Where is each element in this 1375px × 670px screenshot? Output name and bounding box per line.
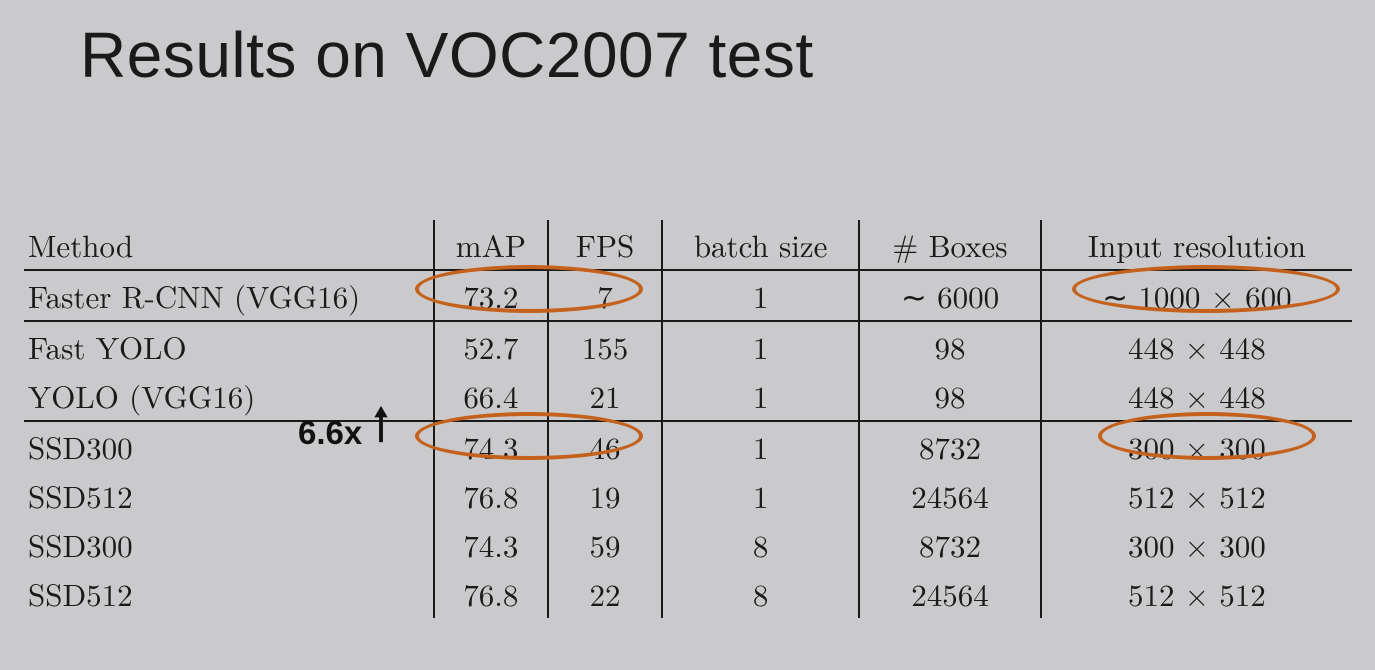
- cell-boxes: 24564: [859, 471, 1041, 520]
- cell-fps: 59: [548, 520, 662, 569]
- table-row: Fast YOLO 52.7 155 1 98 448 × 448: [24, 321, 1352, 371]
- cell-method: SSD512: [24, 471, 434, 520]
- cell-batch: 8: [662, 569, 859, 618]
- cell-map: 74.3: [434, 421, 548, 471]
- cell-boxes: 8732: [859, 520, 1041, 569]
- cell-res: ∼ 1000 × 600: [1041, 270, 1352, 321]
- cell-boxes: 24564: [859, 569, 1041, 618]
- slide-title: Results on VOC2007 test: [80, 18, 814, 92]
- table-row: SSD300 74.3 59 8 8732 300 × 300: [24, 520, 1352, 569]
- cell-boxes: 98: [859, 321, 1041, 371]
- cell-fps: 155: [548, 321, 662, 371]
- cell-batch: 8: [662, 520, 859, 569]
- cell-map: 74.3: [434, 520, 548, 569]
- cell-res: 300 × 300: [1041, 520, 1352, 569]
- col-boxes: # Boxes: [859, 220, 1041, 270]
- cell-fps: 7: [548, 270, 662, 321]
- cell-map: 73.2: [434, 270, 548, 321]
- table-row: SSD512 76.8 19 1 24564 512 × 512: [24, 471, 1352, 520]
- speedup-callout: 6.6x: [298, 414, 362, 452]
- slide: Results on VOC2007 test Method mAP FPS b…: [0, 0, 1375, 670]
- cell-batch: 1: [662, 421, 859, 471]
- cell-res: 512 × 512: [1041, 569, 1352, 618]
- cell-map: 76.8: [434, 569, 548, 618]
- table-header-row: Method mAP FPS batch size # Boxes Input …: [24, 220, 1352, 270]
- table-row: SSD512 76.8 22 8 24564 512 × 512: [24, 569, 1352, 618]
- cell-method: Faster R-CNN (VGG16): [24, 270, 434, 321]
- cell-batch: 1: [662, 371, 859, 421]
- cell-method: Fast YOLO: [24, 321, 434, 371]
- results-table: Method mAP FPS batch size # Boxes Input …: [24, 220, 1352, 618]
- cell-fps: 19: [548, 471, 662, 520]
- col-res: Input resolution: [1041, 220, 1352, 270]
- cell-res: 300 × 300: [1041, 421, 1352, 471]
- col-method: Method: [24, 220, 434, 270]
- cell-fps: 46: [548, 421, 662, 471]
- cell-batch: 1: [662, 321, 859, 371]
- cell-boxes: 98: [859, 371, 1041, 421]
- cell-res: 448 × 448: [1041, 371, 1352, 421]
- cell-boxes: ∼ 6000: [859, 270, 1041, 321]
- table-row: YOLO (VGG16) 66.4 21 1 98 448 × 448: [24, 371, 1352, 421]
- cell-boxes: 8732: [859, 421, 1041, 471]
- cell-batch: 1: [662, 471, 859, 520]
- col-batch: batch size: [662, 220, 859, 270]
- col-map: mAP: [434, 220, 548, 270]
- cell-batch: 1: [662, 270, 859, 321]
- cell-fps: 22: [548, 569, 662, 618]
- arrow-up-icon: [372, 404, 390, 444]
- cell-map: 66.4: [434, 371, 548, 421]
- table-row: Faster R-CNN (VGG16) 73.2 7 1 ∼ 6000 ∼ 1…: [24, 270, 1352, 321]
- cell-map: 52.7: [434, 321, 548, 371]
- cell-method: SSD512: [24, 569, 434, 618]
- cell-method: SSD300: [24, 520, 434, 569]
- cell-fps: 21: [548, 371, 662, 421]
- table-row: SSD300 74.3 46 1 8732 300 × 300: [24, 421, 1352, 471]
- cell-map: 76.8: [434, 471, 548, 520]
- cell-res: 512 × 512: [1041, 471, 1352, 520]
- cell-res: 448 × 448: [1041, 321, 1352, 371]
- col-fps: FPS: [548, 220, 662, 270]
